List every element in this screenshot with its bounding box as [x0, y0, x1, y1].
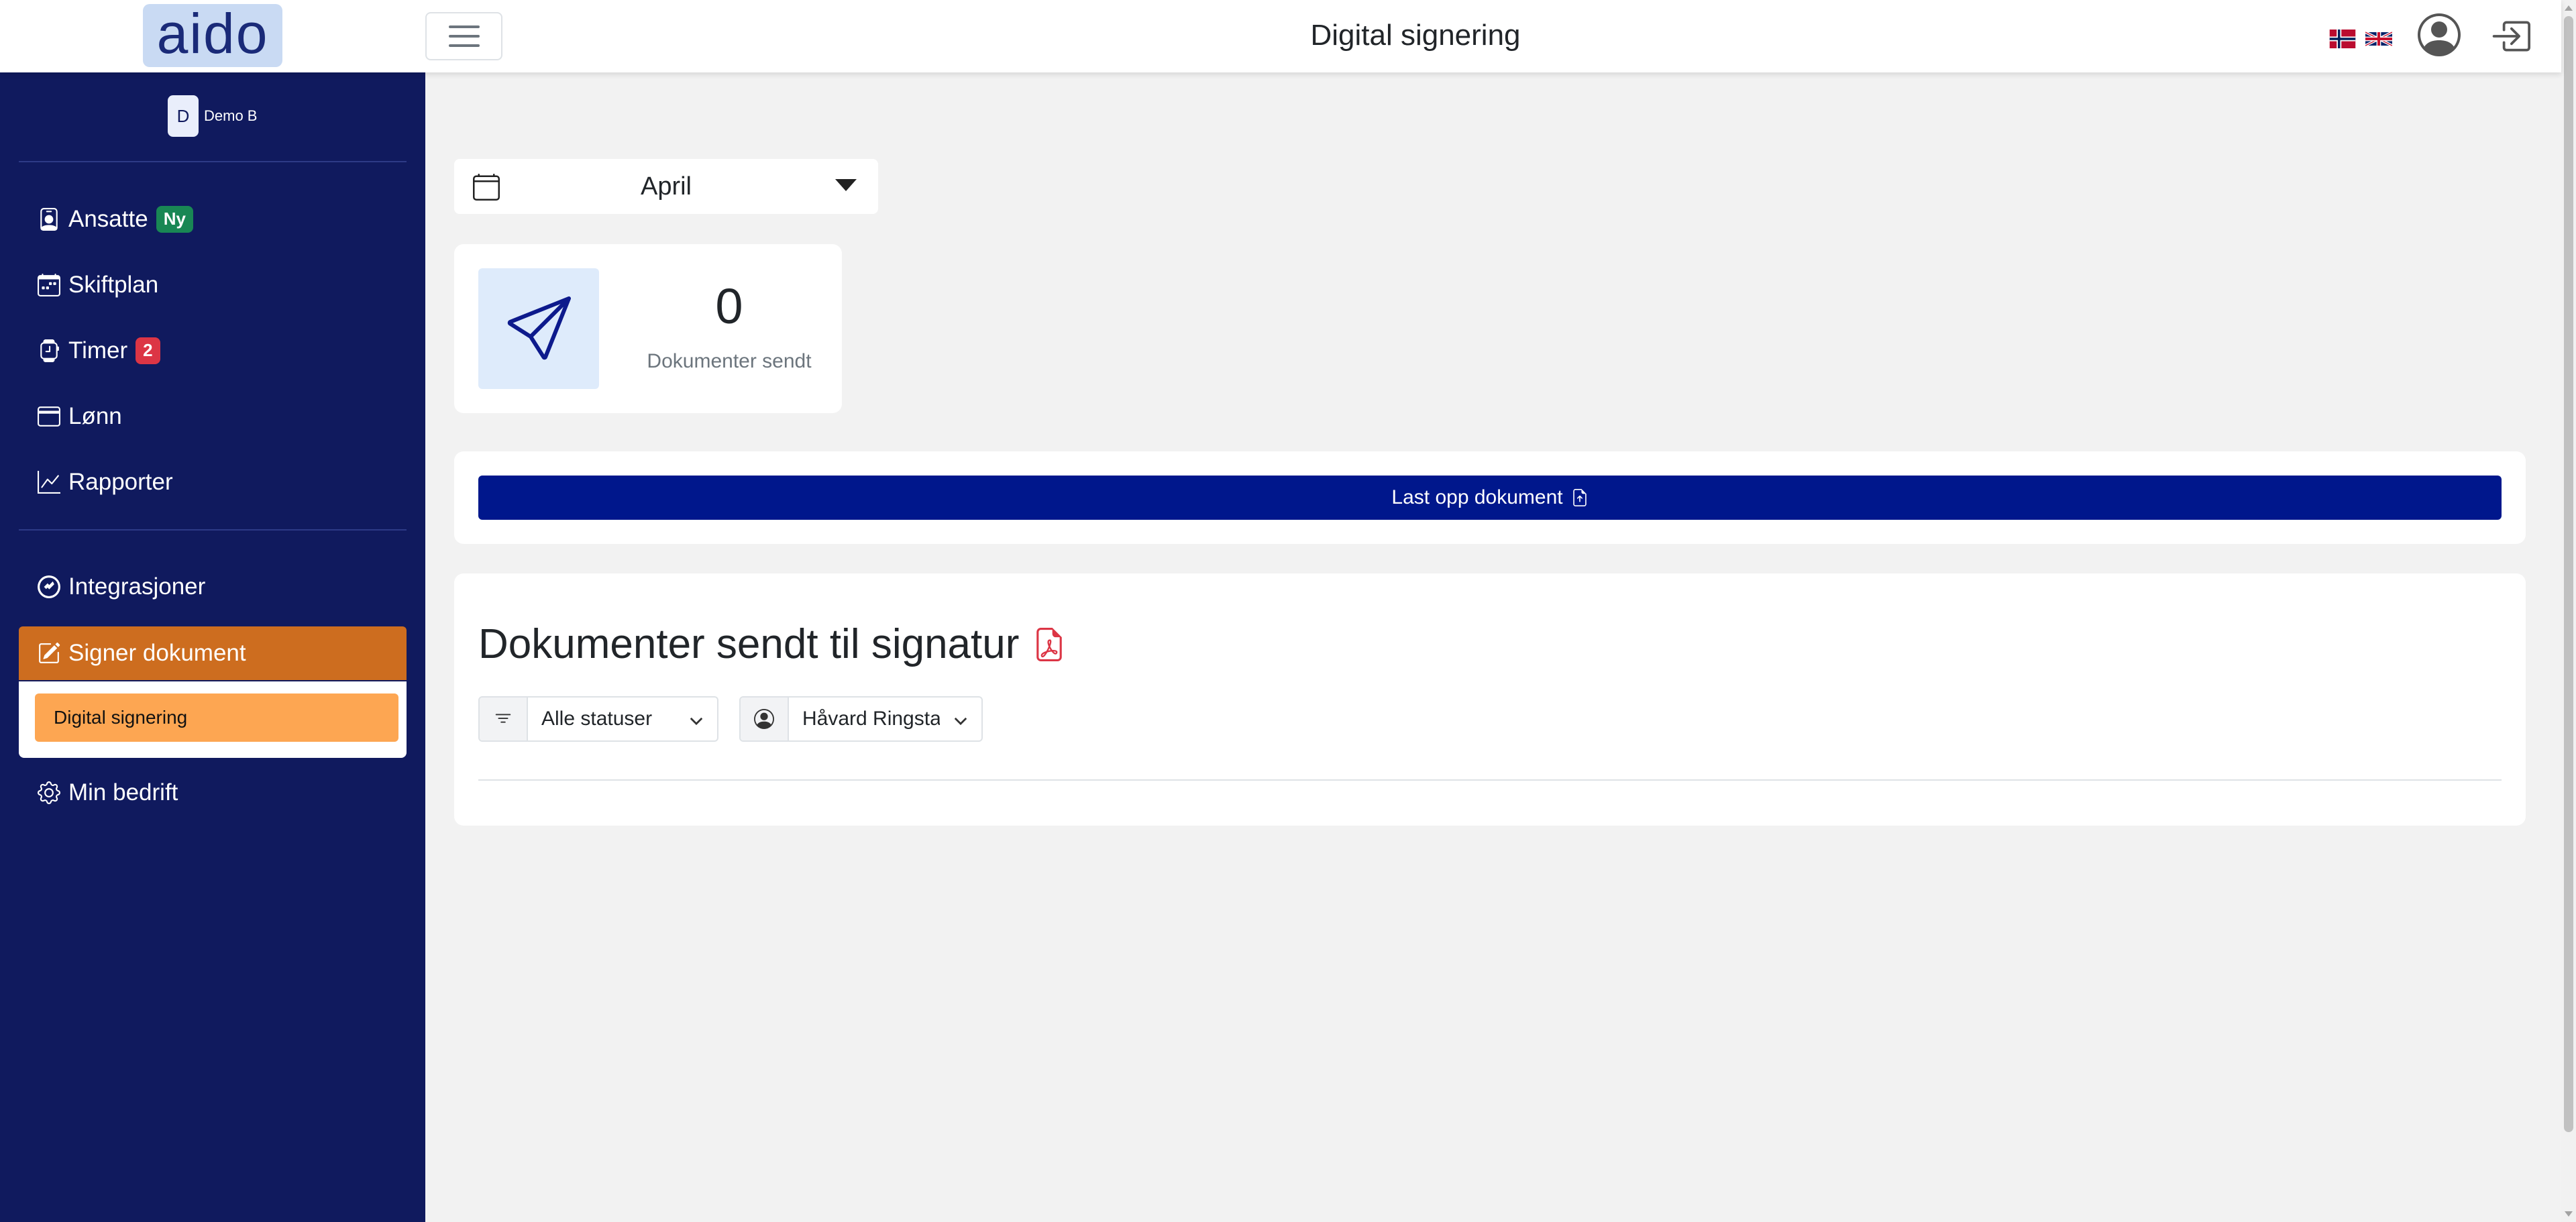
sidebar-item-skiftplan[interactable]: Skiftplan: [19, 258, 407, 312]
documents-sent-label: Dokumenter sendt: [647, 350, 812, 372]
sidebar-divider: [19, 529, 407, 531]
month-select-value: April: [640, 172, 692, 201]
pencil-square-icon: [39, 643, 60, 663]
sidebar-item-label: Timer: [68, 337, 128, 364]
menu-toggle-button[interactable]: [425, 12, 502, 60]
upload-card: Last opp dokument: [454, 451, 2526, 544]
company-selector[interactable]: D Demo B: [168, 95, 257, 137]
month-select[interactable]: April: [454, 159, 878, 214]
gear-icon: [38, 781, 60, 804]
hamburger-line: [448, 44, 480, 47]
person-badge-icon: [40, 208, 58, 231]
wallet-icon: [38, 406, 60, 427]
documents-title: Dokumenter sendt til signatur: [478, 620, 1066, 668]
new-badge: Ny: [156, 206, 193, 233]
norwegian-flag-icon[interactable]: [2329, 30, 2356, 48]
documents-sent-card: 0 Dokumenter sendt: [454, 244, 842, 413]
british-flag-icon[interactable]: [2365, 30, 2392, 48]
company-name: Demo B: [204, 107, 258, 124]
sidebar-item-rapporter[interactable]: Rapporter: [19, 455, 407, 509]
sidebar-item-lonn[interactable]: Lønn: [19, 390, 407, 443]
user-profile-icon[interactable]: [2418, 13, 2461, 56]
chevron-down-icon: [954, 717, 967, 726]
page-scrollbar[interactable]: [2561, 0, 2576, 1222]
sidebar: D Demo B Ansatte Ny Skiftplan Timer 2 Lø…: [0, 72, 425, 1222]
user-filter-value: Håvard Ringstad: [789, 698, 981, 740]
page-title: Digital signering: [1310, 19, 1521, 52]
documents-divider: [478, 779, 2502, 781]
pdf-file-icon: [1036, 627, 1063, 661]
smartwatch-icon: [40, 339, 59, 362]
status-filter-text: Alle statuser: [541, 708, 653, 730]
sidebar-item-label: Skiftplan: [68, 272, 159, 298]
app-root: aido Digital signering D Demo B Ansatte: [0, 0, 2576, 1222]
documents-card: Dokumenter sendt til signatur Alle statu…: [454, 573, 2526, 826]
person-circle-icon: [741, 698, 789, 740]
logo[interactable]: aido: [143, 4, 282, 67]
signer-dokument-submenu: Digital signering: [19, 681, 407, 758]
chevron-down-icon: [690, 717, 703, 726]
top-bar: aido Digital signering: [0, 0, 2561, 72]
sidebar-divider: [19, 161, 407, 162]
sidebar-item-label: Signer dokument: [68, 640, 246, 666]
scrollbar-thumb[interactable]: [2564, 16, 2573, 1132]
graph-up-icon: [38, 471, 60, 494]
sidebar-item-label: Rapporter: [68, 469, 173, 495]
scroll-down-arrow-icon[interactable]: [2565, 1211, 2573, 1217]
sidebar-item-label: Integrasjoner: [68, 573, 206, 600]
sidebar-item-signer-dokument[interactable]: Signer dokument: [19, 626, 407, 680]
sidebar-item-label: Min bedrift: [68, 779, 178, 806]
filter-icon: [480, 698, 528, 740]
documents-title-text: Dokumenter sendt til signatur: [478, 621, 1020, 667]
upload-button-label: Last opp dokument: [1391, 486, 1563, 508]
sidebar-item-integrasjoner[interactable]: Integrasjoner: [19, 560, 407, 614]
company-avatar: D: [168, 95, 199, 137]
user-filter[interactable]: Håvard Ringstad: [739, 696, 983, 742]
documents-sent-count: 0: [715, 278, 743, 334]
logout-icon[interactable]: [2490, 16, 2530, 56]
user-filter-text: Håvard Ringstad: [802, 708, 940, 730]
hamburger-line: [448, 35, 480, 38]
status-filter-value: Alle statuser: [528, 698, 717, 740]
file-upload-icon: [1572, 489, 1587, 506]
submenu-item-digital-signering[interactable]: Digital signering: [35, 693, 398, 742]
upload-document-button[interactable]: Last opp dokument: [478, 476, 2502, 520]
send-icon: [507, 296, 571, 360]
calendar-week-icon: [38, 274, 60, 296]
status-filter[interactable]: Alle statuser: [478, 696, 718, 742]
count-badge: 2: [136, 337, 160, 364]
sidebar-item-ansatte[interactable]: Ansatte Ny: [19, 192, 407, 246]
sidebar-item-label: Lønn: [68, 403, 122, 429]
integration-icon: [38, 575, 60, 598]
stat-icon-box: [478, 268, 599, 389]
sidebar-item-min-bedrift[interactable]: Min bedrift: [19, 766, 407, 820]
sidebar-item-label: Ansatte: [68, 206, 148, 232]
sidebar-item-timer[interactable]: Timer 2: [19, 324, 407, 378]
caret-down-icon: [835, 179, 857, 191]
scroll-up-arrow-icon[interactable]: [2565, 5, 2573, 11]
hamburger-line: [448, 25, 480, 28]
